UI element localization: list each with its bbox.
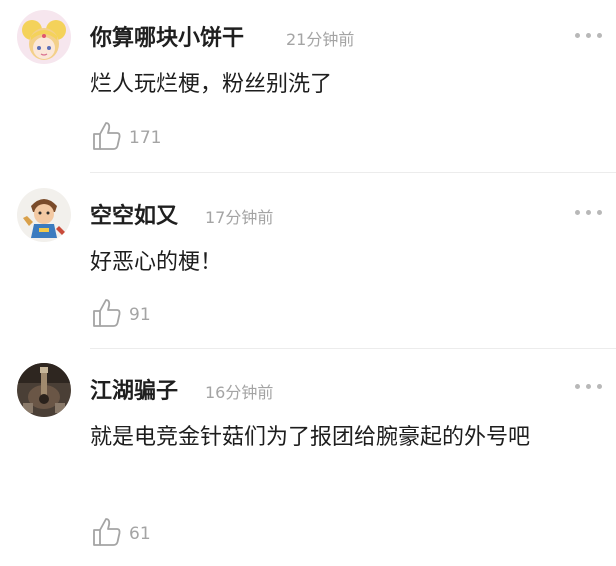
more-options-icon[interactable] [572, 381, 604, 391]
cartoon-hero-avatar-icon [17, 188, 71, 242]
divider [90, 172, 616, 173]
comment-text: 就是电竞金针菇们为了报团给腕豪起的外号吧 [90, 425, 531, 450]
more-options-icon[interactable] [572, 207, 604, 217]
like-count: 61 [129, 524, 151, 544]
more-options-icon[interactable] [572, 30, 604, 40]
thumbs-up-icon [93, 299, 121, 327]
username[interactable]: 江湖骗子 [90, 373, 178, 405]
comment-time: 17分钟前 [205, 208, 274, 227]
user-avatar[interactable] [17, 10, 71, 64]
comment-text: 烂人玩烂梗，粉丝别洗了 [90, 72, 333, 97]
comment-time: 21分钟前 [286, 30, 355, 49]
dark-guitar-avatar-icon [17, 363, 71, 417]
user-avatar[interactable] [17, 363, 71, 417]
username[interactable]: 空空如又 [90, 198, 178, 230]
user-avatar[interactable] [17, 188, 71, 242]
like-count: 171 [129, 128, 162, 148]
comment-text: 好恶心的梗！ [90, 250, 223, 275]
thumbs-up-icon [93, 518, 121, 546]
thumbs-up-icon [93, 122, 121, 150]
username[interactable]: 你算哪块小饼干 [90, 20, 244, 52]
sailor-moon-avatar-icon [17, 10, 71, 64]
divider [90, 348, 616, 349]
like-count: 91 [129, 305, 151, 325]
comment-time: 16分钟前 [205, 383, 274, 402]
